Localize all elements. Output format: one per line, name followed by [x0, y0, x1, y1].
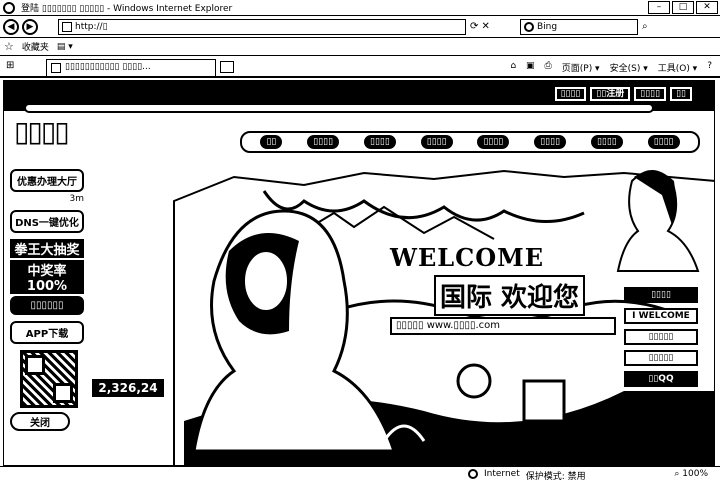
top-link-4[interactable]: ▯▯ — [670, 87, 692, 101]
tab-title: ▯▯▯▯▯▯▯▯▯▯▯ ▯▯▯▯... — [65, 62, 151, 72]
url-input[interactable]: http://▯ — [58, 19, 466, 35]
nav-item-5[interactable]: ▯▯▯▯ — [477, 135, 510, 149]
zoom-icon: ⌕ — [674, 469, 680, 479]
welcome-subtitle: 国际 欢迎您 — [434, 275, 586, 316]
lottery-title[interactable]: 拳王大抽奖 — [10, 239, 84, 258]
back-button[interactable]: ◀ — [3, 18, 19, 35]
right-tool-welcome[interactable]: I WELCOME — [624, 308, 698, 324]
command-bar: ⊞ ▯▯▯▯▯▯▯▯▯▯▯ ▯▯▯▯... ⌂ ▣ ⎙ 页面(P) ▾ 安全(S… — [0, 56, 720, 78]
welcome-title: WELCOME — [390, 243, 544, 272]
register-link[interactable]: ▯▯注册 — [590, 87, 631, 101]
qr-code-icon — [20, 350, 78, 408]
tab-favicon-icon — [51, 63, 61, 73]
close-window-button[interactable]: ✕ — [696, 1, 718, 14]
right-tool-4[interactable]: ▯▯▯▯▯ — [624, 350, 698, 366]
refresh-stop-icons[interactable]: ⟳ ✕ — [470, 21, 490, 32]
jackpot-counter: 2,326,24 — [92, 379, 164, 397]
dns-optimize-button[interactable]: DNS一键优化 — [10, 210, 84, 233]
status-zone: Internet 保护模式: 禁用 — [468, 469, 586, 482]
address-bar-row: ◀ ▶ http://▯ ⟳ ✕ Bing ⌕ — [0, 16, 720, 38]
window-controls: – □ ✕ — [648, 1, 718, 14]
header-rule — [24, 103, 654, 113]
print-icon[interactable]: ⎙ — [545, 61, 552, 74]
top-link-3[interactable]: ▯▯▯▯ — [634, 87, 667, 101]
cmd-tools-menu[interactable]: 工具(O) ▾ — [658, 61, 698, 74]
quick-tabs-icon[interactable]: ⊞ — [6, 60, 20, 74]
nav-item-2[interactable]: ▯▯▯▯ — [307, 135, 340, 149]
site-logo[interactable]: ▯▯▯▯ — [14, 115, 194, 165]
sidebar-mid-button[interactable]: ▯▯▯▯▯▯ — [10, 296, 84, 315]
sidebar-close-button[interactable]: 关闭 — [10, 412, 70, 431]
search-placeholder: Bing — [537, 22, 558, 32]
search-input[interactable]: Bing — [520, 19, 638, 35]
search-icon[interactable]: ⌕ — [642, 21, 648, 32]
right-tool-3[interactable]: ▯▯▯▯▯ — [624, 329, 698, 345]
favorites-add-icon[interactable]: ▤ ▾ — [57, 42, 73, 52]
browser-tab[interactable]: ▯▯▯▯▯▯▯▯▯▯▯ ▯▯▯▯... — [46, 59, 216, 76]
cmd-page-menu[interactable]: 页面(P) ▾ — [562, 61, 600, 74]
search-engine-icon — [524, 22, 534, 32]
cmd-help-menu[interactable]: ? — [707, 61, 712, 74]
offers-hall-button[interactable]: 优惠办理大厅 — [10, 169, 84, 192]
zoom-control[interactable]: ⌕ 100% — [674, 469, 708, 479]
status-protected-mode: 保护模式: 禁用 — [525, 472, 586, 482]
favorites-star-icon[interactable]: ☆ — [4, 40, 14, 53]
url-text: http://▯ — [75, 22, 108, 32]
window-title: 登陆 ▯▯▯▯▯▯▯ ▯▯▯▯▯ - Windows Internet Expl… — [21, 4, 233, 14]
nav-item-6[interactable]: ▯▯▯▯ — [534, 135, 567, 149]
globe-icon — [468, 469, 478, 479]
status-zone-text: Internet — [484, 469, 520, 479]
nav-item-7[interactable]: ▯▯▯▯ — [590, 135, 623, 149]
ie-logo-icon — [3, 1, 15, 14]
qq-service-button[interactable]: ▯▯QQ — [624, 371, 698, 387]
favorites-label[interactable]: 收藏夹 — [22, 40, 49, 53]
welcome-banner: WELCOME 国际 欢迎您 ▯▯▯▯▯ www.▯▯▯▯.com — [390, 243, 630, 363]
page-viewport: ▯▯▯▯ ▯▯注册 ▯▯▯▯ ▯▯ ▯▯▯▯ ▯▯ ▯▯▯▯ ▯▯▯▯ ▯▯▯▯… — [3, 80, 715, 466]
nav-item-4[interactable]: ▯▯▯▯ — [420, 135, 453, 149]
top-links: ▯▯▯▯ ▯▯注册 ▯▯▯▯ ▯▯ — [554, 87, 692, 101]
logo-text: ▯▯▯▯ — [14, 115, 70, 148]
nav-item-3[interactable]: ▯▯▯▯ — [364, 135, 396, 149]
main-nav: ▯▯ ▯▯▯▯ ▯▯▯▯ ▯▯▯▯ ▯▯▯▯ ▯▯▯▯ ▯▯▯▯ ▯▯▯▯ — [240, 131, 700, 153]
feeds-icon[interactable]: ▣ — [526, 61, 535, 74]
right-tool-1[interactable]: ▯▯▯▯ — [624, 287, 698, 303]
status-bar: Internet 保护模式: 禁用 ⌕ 100% — [0, 466, 720, 482]
favorites-bar: ☆ 收藏夹 ▤ ▾ — [0, 38, 720, 56]
zoom-level: 100% — [682, 469, 708, 479]
site-favicon-icon — [62, 22, 72, 32]
lottery-sub[interactable]: 中奖率100% — [10, 260, 84, 294]
offers-sub-text: 3m — [69, 194, 85, 204]
cmd-safety-menu[interactable]: 安全(S) ▾ — [610, 61, 648, 74]
left-float-sidebar: 优惠办理大厅 3m DNS一键优化 拳王大抽奖 中奖率100% ▯▯▯▯▯▯ A… — [10, 169, 88, 461]
new-tab-button[interactable] — [220, 61, 234, 73]
app-download-button[interactable]: APP下载 — [10, 321, 84, 344]
maximize-button[interactable]: □ — [672, 1, 694, 14]
right-float-panel: ▯▯▯▯ I WELCOME ▯▯▯▯▯ ▯▯▯▯▯ ▯▯QQ — [624, 287, 702, 392]
forward-button[interactable]: ▶ — [22, 18, 38, 35]
window-titlebar: 登陆 ▯▯▯▯▯▯▯ ▯▯▯▯▯ - Windows Internet Expl… — [0, 0, 720, 16]
nav-item-8[interactable]: ▯▯▯▯ — [647, 135, 680, 149]
nav-item-home[interactable]: ▯▯ — [260, 135, 283, 149]
welcome-url-bar[interactable]: ▯▯▯▯▯ www.▯▯▯▯.com — [390, 317, 616, 335]
minimize-button[interactable]: – — [648, 1, 670, 14]
home-icon[interactable]: ⌂ — [510, 61, 516, 74]
top-link-1[interactable]: ▯▯▯▯ — [554, 87, 587, 101]
command-items: ⌂ ▣ ⎙ 页面(P) ▾ 安全(S) ▾ 工具(O) ▾ ? — [510, 61, 712, 74]
